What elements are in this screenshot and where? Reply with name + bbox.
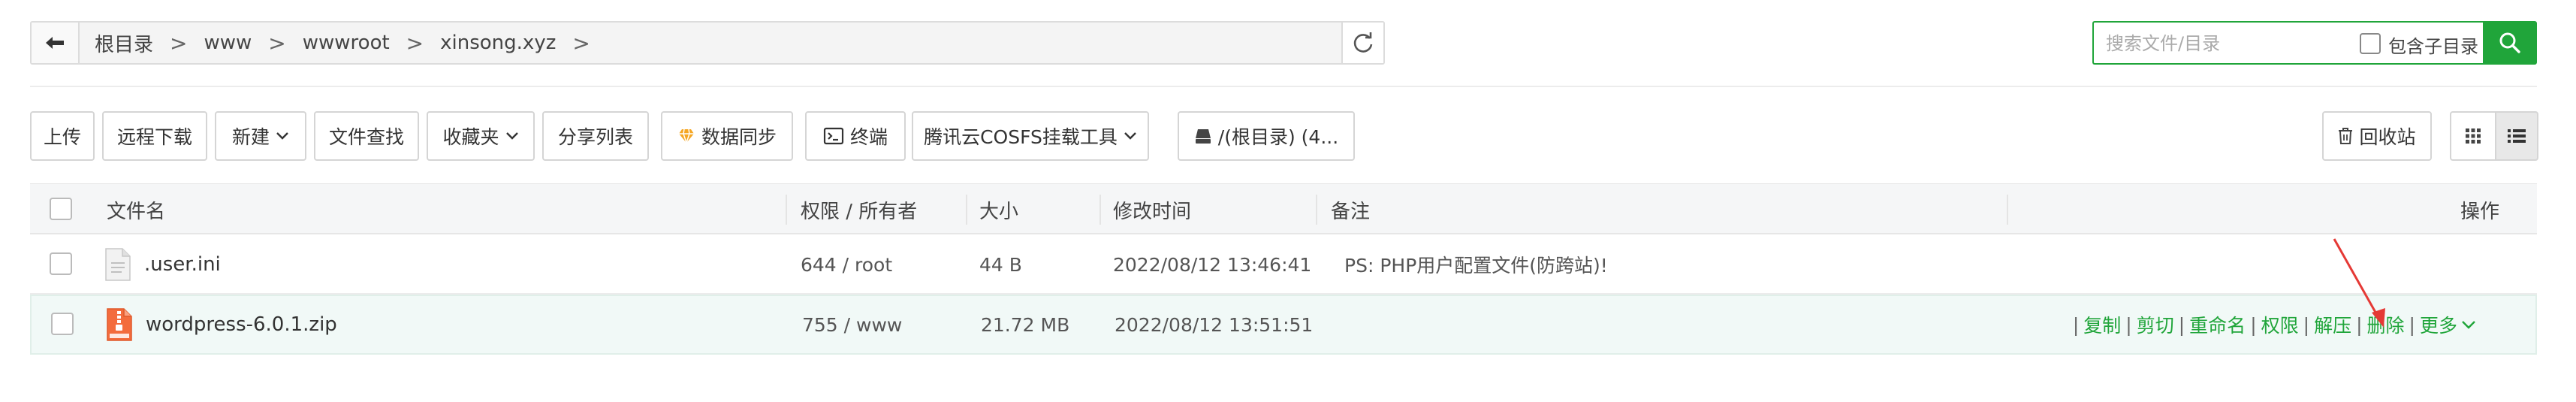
column-divider xyxy=(966,195,967,225)
file-permission[interactable]: 755 / www xyxy=(802,296,902,353)
column-divider xyxy=(786,195,787,225)
copy-action[interactable]: 复制 xyxy=(2083,311,2121,338)
action-separator: | xyxy=(2409,313,2415,336)
select-all-checkbox[interactable] xyxy=(50,198,72,220)
share-list-label: 分享列表 xyxy=(557,126,633,148)
new-button[interactable]: 新建 xyxy=(215,111,306,161)
header-mtime[interactable]: 修改时间 xyxy=(1113,184,1191,235)
breadcrumb-separator: > xyxy=(170,30,188,56)
permission-action[interactable]: 权限 xyxy=(2261,311,2299,338)
header-note: 备注 xyxy=(1331,200,1371,223)
row-checkbox[interactable] xyxy=(51,313,74,335)
new-label: 新建 xyxy=(231,126,270,148)
file-permission[interactable]: 644 / root xyxy=(801,234,892,295)
recycle-bin-label: 回收站 xyxy=(2359,126,2416,148)
row-checkbox[interactable] xyxy=(50,252,72,275)
grid-icon xyxy=(2466,128,2481,144)
row-actions: | 复制 | 剪切 | 重命名 | 权限 | 解压 | 删除 | 更多 xyxy=(2068,296,2477,353)
search-box: 包含子目录 xyxy=(2092,21,2483,65)
upload-button[interactable]: 上传 xyxy=(30,111,95,161)
breadcrumb-separator: > xyxy=(406,30,424,56)
column-divider xyxy=(1099,195,1101,225)
upload-label: 上传 xyxy=(43,126,81,148)
file-icon xyxy=(105,248,131,284)
zip-file-icon xyxy=(107,308,132,344)
file-size: 21.72 MB xyxy=(981,313,1070,336)
file-search-label: 文件查找 xyxy=(328,126,404,148)
refresh-button[interactable] xyxy=(1341,23,1383,63)
list-icon xyxy=(2508,129,2526,143)
file-mtime: 2022/08/12 13:51:51 xyxy=(1115,313,1314,336)
remote-download-label: 远程下载 xyxy=(116,126,192,148)
header-ops: 操作 xyxy=(2460,200,2500,223)
file-mtime: 2022/08/12 13:46:41 xyxy=(1113,253,1312,276)
table-row[interactable]: wordpress-6.0.1.zip 755 / www 21.72 MB 2… xyxy=(30,295,2537,355)
diamond-icon xyxy=(678,128,694,144)
disk-button[interactable]: /(根目录) (4... xyxy=(1178,111,1355,161)
file-name[interactable]: .user.ini xyxy=(144,234,221,295)
file-note[interactable]: PS: PHP用户配置文件(防跨站)! xyxy=(1344,234,1608,295)
header-divider xyxy=(30,86,2537,87)
data-sync-label: 数据同步 xyxy=(701,126,777,148)
terminal-label: 终端 xyxy=(849,126,888,148)
disk-icon xyxy=(1195,129,1211,144)
action-separator: | xyxy=(2250,313,2257,336)
chevron-down-icon xyxy=(505,132,518,140)
refresh-icon xyxy=(1353,32,1373,53)
action-separator: | xyxy=(2072,313,2080,336)
remote-download-button[interactable]: 远程下载 xyxy=(102,111,207,161)
search-button[interactable] xyxy=(2483,21,2537,65)
annotation-arrow-icon xyxy=(2333,238,2385,328)
share-list-button[interactable]: 分享列表 xyxy=(542,111,649,161)
trash-icon xyxy=(2339,128,2353,144)
table-header: 文件名 权限 / 所有者 大小 修改时间 备注 操作 xyxy=(30,183,2537,234)
breadcrumb-item-root[interactable]: 根目录 xyxy=(95,29,153,57)
disk-label: /(根目录) (4... xyxy=(1217,126,1339,148)
header-permission[interactable]: 权限 / 所有者 xyxy=(801,184,917,235)
rename-action[interactable]: 重命名 xyxy=(2189,311,2246,338)
breadcrumb: 根目录 > www > wwwroot > xinsong.xyz > xyxy=(95,23,607,63)
favorites-label: 收藏夹 xyxy=(442,126,499,148)
cut-action[interactable]: 剪切 xyxy=(2137,311,2174,338)
back-button[interactable] xyxy=(32,23,80,63)
include-subdir-label: 包含子目录 xyxy=(2388,36,2478,57)
chevron-down-icon[interactable] xyxy=(2460,319,2477,330)
chevron-down-icon xyxy=(1124,132,1136,140)
column-divider xyxy=(2007,195,2008,225)
favorites-button[interactable]: 收藏夹 xyxy=(427,111,535,161)
more-action[interactable]: 更多 xyxy=(2420,311,2457,338)
action-separator: | xyxy=(2303,313,2310,336)
breadcrumb-item-site[interactable]: xinsong.xyz xyxy=(440,32,556,54)
chevron-down-icon xyxy=(276,132,288,140)
action-separator: | xyxy=(2178,313,2185,336)
breadcrumb-separator: > xyxy=(572,30,590,56)
column-divider xyxy=(1316,195,1317,225)
file-search-button[interactable]: 文件查找 xyxy=(314,111,419,161)
breadcrumb-item-www[interactable]: www xyxy=(204,32,252,54)
cosfs-button[interactable]: 腾讯云COSFS挂载工具 xyxy=(912,111,1149,161)
data-sync-button[interactable]: 数据同步 xyxy=(661,111,793,161)
table-row[interactable]: .user.ini 644 / root 44 B 2022/08/12 13:… xyxy=(30,234,2537,295)
recycle-bin-button[interactable]: 回收站 xyxy=(2322,111,2432,161)
arrow-left-icon xyxy=(46,37,64,49)
terminal-icon xyxy=(823,127,844,145)
breadcrumb-bar: 根目录 > www > wwwroot > xinsong.xyz > xyxy=(30,21,1385,65)
grid-view-button[interactable] xyxy=(2450,111,2496,161)
header-size[interactable]: 大小 xyxy=(979,184,1018,235)
include-subdir-checkbox[interactable] xyxy=(2360,33,2381,54)
cosfs-label: 腾讯云COSFS挂载工具 xyxy=(924,126,1118,148)
breadcrumb-item-wwwroot[interactable]: wwwroot xyxy=(303,32,390,54)
list-view-button[interactable] xyxy=(2495,111,2538,161)
breadcrumb-separator: > xyxy=(268,30,286,56)
file-name[interactable]: wordpress-6.0.1.zip xyxy=(146,296,337,353)
terminal-button[interactable]: 终端 xyxy=(805,111,906,161)
search-icon xyxy=(2499,32,2520,53)
header-filename[interactable]: 文件名 xyxy=(107,184,165,235)
search-input[interactable] xyxy=(2106,30,2331,57)
action-separator: | xyxy=(2125,313,2132,336)
file-size: 44 B xyxy=(979,253,1022,276)
